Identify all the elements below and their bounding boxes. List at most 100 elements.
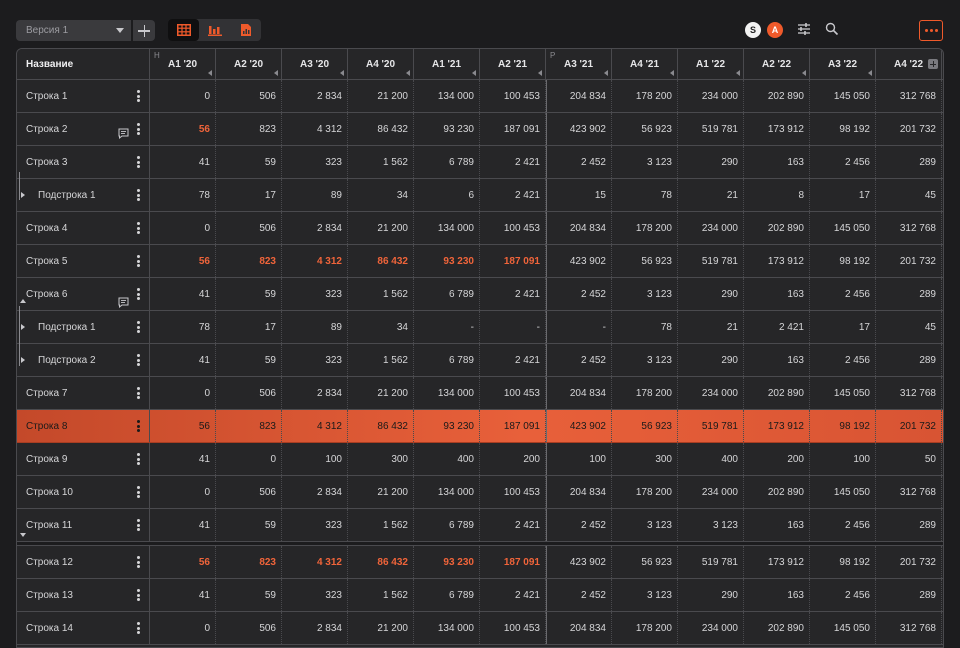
table-cell[interactable]: 163 xyxy=(744,278,810,310)
collapse-up-icon[interactable] xyxy=(20,299,26,303)
table-cell[interactable]: 506 xyxy=(216,377,282,409)
table-cell[interactable]: 0 xyxy=(150,80,216,112)
resize-handle-icon[interactable] xyxy=(274,70,278,76)
table-cell[interactable]: 59 xyxy=(216,509,282,541)
table-cell[interactable]: 823 xyxy=(216,410,282,442)
table-cell[interactable]: 41 xyxy=(150,579,216,611)
avatar[interactable]: A xyxy=(767,22,783,38)
resize-handle-icon[interactable] xyxy=(340,70,344,76)
table-cell[interactable]: 423 902 xyxy=(546,546,612,578)
table-cell[interactable]: 100 xyxy=(546,443,612,475)
table-row[interactable]: Подстрока 2 41 59 323 1 562 6 789 2 421 2 452 3 … xyxy=(17,344,943,377)
table-cell[interactable]: 823 xyxy=(216,113,282,145)
row-menu-icon[interactable] xyxy=(137,288,140,300)
table-cell[interactable]: 0 xyxy=(150,612,216,644)
table-cell[interactable]: 202 890 xyxy=(744,212,810,244)
table-cell[interactable]: 6 789 xyxy=(414,146,480,178)
row-name-cell[interactable]: Строка 1 xyxy=(17,80,150,112)
comment-icon[interactable] xyxy=(118,128,129,139)
row-menu-icon[interactable] xyxy=(137,90,140,102)
table-cell[interactable]: 2 834 xyxy=(282,612,348,644)
table-cell[interactable]: 56 923 xyxy=(612,410,678,442)
table-row[interactable]: Строка 3 41 59 323 1 562 6 789 2 421 2 452 3 123… xyxy=(17,146,943,179)
table-cell[interactable]: 8 xyxy=(744,179,810,211)
table-cell[interactable]: 2 456 xyxy=(810,344,876,376)
table-cell[interactable]: 423 902 xyxy=(546,245,612,277)
table-cell[interactable]: 34 xyxy=(348,179,414,211)
column-header[interactable]: A2 '20 xyxy=(216,49,282,80)
column-header[interactable]: A1 '21 xyxy=(414,49,480,80)
table-cell[interactable]: 312 768 xyxy=(876,80,942,112)
row-name-cell[interactable]: Строка 2 xyxy=(17,113,150,145)
table-cell[interactable]: 289 xyxy=(876,146,942,178)
table-cell[interactable]: 1 562 xyxy=(348,509,414,541)
row-name-cell[interactable]: Строка 11 xyxy=(17,509,150,541)
table-cell[interactable]: 6 789 xyxy=(414,509,480,541)
table-cell[interactable]: 204 834 xyxy=(546,80,612,112)
search-icon[interactable] xyxy=(825,22,839,36)
row-menu-icon[interactable] xyxy=(137,123,140,135)
expand-arrow-icon[interactable] xyxy=(21,192,25,198)
table-cell[interactable]: 187 091 xyxy=(480,546,546,578)
table-cell[interactable]: 187 091 xyxy=(480,245,546,277)
table-cell[interactable]: 98 192 xyxy=(810,113,876,145)
column-header[interactable]: A4 '22 xyxy=(876,49,942,80)
table-cell[interactable]: 145 050 xyxy=(810,377,876,409)
table-cell[interactable]: 59 xyxy=(216,344,282,376)
table-cell[interactable]: 21 200 xyxy=(348,212,414,244)
table-cell[interactable]: 2 421 xyxy=(480,344,546,376)
table-cell[interactable]: 21 200 xyxy=(348,377,414,409)
resize-handle-icon[interactable] xyxy=(670,70,674,76)
table-cell[interactable]: 145 050 xyxy=(810,476,876,508)
table-cell[interactable]: 519 781 xyxy=(678,245,744,277)
table-cell[interactable]: 56 xyxy=(150,546,216,578)
table-cell[interactable]: 200 xyxy=(480,443,546,475)
table-cell[interactable]: 234 000 xyxy=(678,476,744,508)
table-cell[interactable]: 3 123 xyxy=(678,509,744,541)
table-cell[interactable]: 178 200 xyxy=(612,80,678,112)
row-name-cell[interactable]: Строка 4 xyxy=(17,212,150,244)
table-cell[interactable]: 59 xyxy=(216,278,282,310)
table-cell[interactable]: 100 453 xyxy=(480,612,546,644)
table-cell[interactable]: 323 xyxy=(282,344,348,376)
table-cell[interactable]: 204 834 xyxy=(546,377,612,409)
table-cell[interactable]: 1 562 xyxy=(348,146,414,178)
expand-arrow-icon[interactable] xyxy=(21,357,25,363)
row-menu-icon[interactable] xyxy=(137,321,140,333)
table-row[interactable]: Строка 6 41 59 323 1 562 6 789 2 421 2 452 3 123… xyxy=(17,278,943,311)
table-cell[interactable]: 178 200 xyxy=(612,476,678,508)
table-cell[interactable]: 200 xyxy=(744,443,810,475)
table-row[interactable]: Строка 7 0 506 2 834 21 200 134 000 100 453 204… xyxy=(17,377,943,410)
resize-handle-icon[interactable] xyxy=(472,70,476,76)
table-cell[interactable]: 2 421 xyxy=(480,179,546,211)
table-cell[interactable]: 34 xyxy=(348,311,414,343)
table-cell[interactable]: 56 923 xyxy=(612,245,678,277)
table-cell[interactable]: 100 xyxy=(282,443,348,475)
table-cell[interactable]: 98 192 xyxy=(810,245,876,277)
table-cell[interactable]: 234 000 xyxy=(678,80,744,112)
table-cell[interactable]: 204 834 xyxy=(546,612,612,644)
table-cell[interactable]: 98 192 xyxy=(810,410,876,442)
table-cell[interactable]: 2 421 xyxy=(480,146,546,178)
table-cell[interactable]: 41 xyxy=(150,509,216,541)
table-cell[interactable]: 89 xyxy=(282,179,348,211)
table-cell[interactable]: 21 200 xyxy=(348,612,414,644)
column-header[interactable]: A3 '21 xyxy=(546,49,612,80)
expand-arrow-icon[interactable] xyxy=(21,324,25,330)
table-cell[interactable]: 178 200 xyxy=(612,612,678,644)
table-cell[interactable]: 300 xyxy=(348,443,414,475)
table-cell[interactable]: 506 xyxy=(216,212,282,244)
table-cell[interactable]: 98 192 xyxy=(810,546,876,578)
table-cell[interactable]: 4 312 xyxy=(282,113,348,145)
row-name-cell[interactable]: Подстрока 1 xyxy=(17,311,150,343)
table-cell[interactable]: 2 452 xyxy=(546,509,612,541)
table-cell[interactable]: 202 890 xyxy=(744,476,810,508)
table-cell[interactable]: 163 xyxy=(744,579,810,611)
report-view-button[interactable] xyxy=(230,19,261,41)
table-cell[interactable]: 202 890 xyxy=(744,377,810,409)
table-cell[interactable]: 2 452 xyxy=(546,579,612,611)
table-cell[interactable]: 78 xyxy=(612,179,678,211)
table-cell[interactable]: 2 452 xyxy=(546,278,612,310)
table-cell[interactable]: 4 312 xyxy=(282,546,348,578)
table-row[interactable]: Строка 8 56 823 4 312 86 432 93 230 187 091 423… xyxy=(17,410,943,443)
